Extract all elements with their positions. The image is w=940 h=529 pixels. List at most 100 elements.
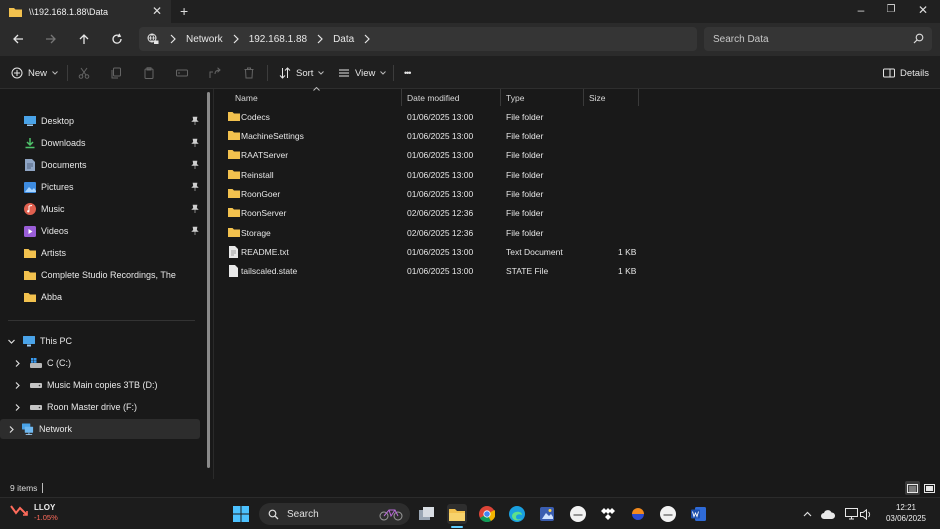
start-button[interactable] xyxy=(231,504,251,524)
close-window-button[interactable]: ✕ xyxy=(913,3,933,17)
title-bar: \\192.168.1.88\Data ✕ + – ❐ ✕ xyxy=(0,0,940,23)
column-header-date[interactable]: Date modified xyxy=(407,89,459,107)
breadcrumb-data[interactable]: Data xyxy=(333,34,354,45)
tiles-view-icon xyxy=(924,483,935,493)
file-explorer-icon xyxy=(449,508,465,521)
column-resize-handle[interactable] xyxy=(401,89,402,106)
sidebar-item-drive-c[interactable]: C (C:) xyxy=(0,353,200,373)
photos-icon xyxy=(540,507,554,521)
sidebar-item-videos[interactable]: Videos xyxy=(0,221,200,241)
file-date: 01/06/2025 13:00 xyxy=(407,112,474,122)
tiles-view-button[interactable] xyxy=(922,481,937,495)
sidebar-item-music[interactable]: Music xyxy=(0,199,200,219)
sidebar-item-label: Network xyxy=(39,424,73,434)
column-resize-handle[interactable] xyxy=(500,89,501,106)
stock-widget[interactable]: LLOY -1.05% xyxy=(10,503,58,523)
new-button[interactable]: New xyxy=(11,65,58,81)
file-row-roonserver[interactable]: RoonServer 02/06/2025 12:36 File folder xyxy=(224,204,644,223)
sidebar-item-drive-f[interactable]: Roon Master drive (F:) xyxy=(0,397,200,417)
word-button[interactable] xyxy=(689,504,709,524)
chevron-down-icon[interactable] xyxy=(7,337,16,346)
forward-button[interactable] xyxy=(42,31,60,47)
close-tab-icon[interactable]: ✕ xyxy=(152,5,162,17)
onedrive-button[interactable] xyxy=(818,504,838,524)
arrow-right-icon xyxy=(46,34,56,44)
tab-data[interactable]: \\192.168.1.88\Data ✕ xyxy=(0,0,171,23)
chevron-right-icon[interactable] xyxy=(7,425,16,434)
column-resize-handle[interactable] xyxy=(583,89,584,106)
pane-divider[interactable] xyxy=(213,89,214,479)
details-pane-icon xyxy=(883,68,895,78)
pin-icon[interactable] xyxy=(191,204,199,213)
sort-button[interactable]: Sort xyxy=(279,65,325,81)
minimize-button[interactable]: – xyxy=(851,3,871,17)
file-row-codecs[interactable]: Codecs 01/06/2025 13:00 File folder xyxy=(224,108,644,127)
column-resize-handle[interactable] xyxy=(638,89,639,106)
pin-icon[interactable] xyxy=(191,226,199,235)
pin-icon[interactable] xyxy=(191,182,199,191)
file-row-storage[interactable]: Storage 02/06/2025 12:36 File folder xyxy=(224,224,644,243)
column-header-type[interactable]: Type xyxy=(506,89,524,107)
system-clock[interactable]: 12:21 03/06/2025 xyxy=(877,502,935,524)
sidebar-item-desktop[interactable]: Desktop xyxy=(0,111,200,131)
address-bar[interactable]: Network 192.168.1.88 Data xyxy=(139,27,697,51)
sidebar-item-network[interactable]: Network xyxy=(0,419,200,439)
file-row-roongoer[interactable]: RoonGoer 01/06/2025 13:00 File folder xyxy=(224,185,644,204)
network-globe-icon xyxy=(147,33,159,44)
plus-circle-icon xyxy=(11,67,23,79)
column-header-size[interactable]: Size xyxy=(589,89,606,107)
status-separator xyxy=(42,483,43,493)
chevron-right-icon[interactable] xyxy=(13,359,22,368)
copy-button[interactable] xyxy=(110,65,122,81)
sidebar-item-pictures[interactable]: Pictures xyxy=(0,177,200,197)
tidal-button[interactable] xyxy=(598,504,618,524)
cut-button[interactable] xyxy=(78,65,90,81)
chevron-right-icon[interactable] xyxy=(13,403,22,412)
file-row-machinesettings[interactable]: MachineSettings 01/06/2025 13:00 File fo… xyxy=(224,127,644,146)
file-row-raatserver[interactable]: RAATServer 01/06/2025 13:00 File folder xyxy=(224,146,644,165)
view-button[interactable]: View xyxy=(338,65,387,81)
taskbar-search[interactable]: Search xyxy=(259,503,410,525)
breadcrumb-host[interactable]: 192.168.1.88 xyxy=(249,34,307,45)
volume-button[interactable] xyxy=(856,504,876,524)
roon-button[interactable] xyxy=(568,504,588,524)
sidebar-item-documents[interactable]: Documents xyxy=(0,155,200,175)
sidebar-item-abba[interactable]: Abba xyxy=(0,287,200,307)
rename-button[interactable] xyxy=(176,65,188,81)
search-input[interactable]: Search Data xyxy=(704,27,932,51)
share-button[interactable] xyxy=(209,65,221,81)
back-button[interactable] xyxy=(9,31,27,47)
sidebar-item-downloads[interactable]: Downloads xyxy=(0,133,200,153)
maximize-button[interactable]: ❐ xyxy=(881,4,901,15)
roon-remote-button[interactable] xyxy=(658,504,678,524)
more-options-button[interactable]: ••• xyxy=(404,65,412,81)
file-explorer-button[interactable] xyxy=(447,504,467,524)
show-hidden-icons-button[interactable] xyxy=(797,504,817,524)
task-view-button[interactable] xyxy=(417,504,437,524)
delete-button[interactable] xyxy=(243,65,255,81)
details-view-button[interactable] xyxy=(905,481,920,495)
edge-button[interactable] xyxy=(507,504,527,524)
new-tab-button[interactable]: + xyxy=(180,4,188,18)
breadcrumb-network[interactable]: Network xyxy=(186,34,223,45)
chrome-button[interactable] xyxy=(477,504,497,524)
refresh-button[interactable] xyxy=(108,31,126,47)
chevron-right-icon[interactable] xyxy=(13,381,22,390)
up-button[interactable] xyxy=(75,31,93,47)
sidebar-item-artists[interactable]: Artists xyxy=(0,243,200,263)
sidebar-item-complete-studio-recordings[interactable]: Complete Studio Recordings, The xyxy=(0,265,200,285)
sidebar-item-this-pc[interactable]: This PC xyxy=(0,331,200,351)
pin-icon[interactable] xyxy=(191,116,199,125)
pin-icon[interactable] xyxy=(191,138,199,147)
app-button[interactable] xyxy=(628,504,648,524)
sidebar-scrollbar[interactable] xyxy=(207,92,210,468)
file-row-tailscaled-state[interactable]: tailscaled.state 01/06/2025 13:00 STATE … xyxy=(224,262,644,281)
details-button[interactable]: Details xyxy=(883,65,929,81)
file-row-readme[interactable]: README.txt 01/06/2025 13:00 Text Documen… xyxy=(224,243,644,262)
photos-button[interactable] xyxy=(537,504,557,524)
column-header-name[interactable]: Name xyxy=(235,89,258,107)
sidebar-item-drive-d[interactable]: Music Main copies 3TB (D:) xyxy=(0,375,200,395)
pin-icon[interactable] xyxy=(191,160,199,169)
file-row-reinstall[interactable]: Reinstall 01/06/2025 13:00 File folder xyxy=(224,166,644,185)
paste-button[interactable] xyxy=(143,65,155,81)
